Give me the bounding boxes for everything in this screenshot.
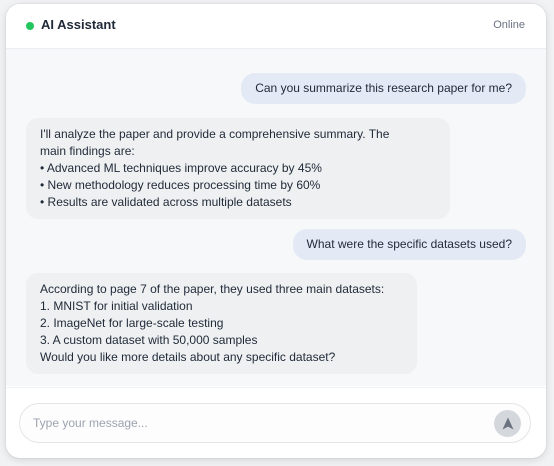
message-line: 2. ImageNet for large-scale testing xyxy=(40,316,224,330)
chat-title: AI Assistant xyxy=(41,17,116,32)
message-line: I'll analyze the paper and provide a com… xyxy=(40,127,390,141)
status-label: Online xyxy=(493,19,525,31)
assistant-message: According to page 7 of the paper, they u… xyxy=(26,273,417,374)
message-input[interactable] xyxy=(33,404,473,442)
message-line: • Results are validated across multiple … xyxy=(40,195,292,209)
user-message: Can you summarize this research paper fo… xyxy=(241,73,526,104)
message-line: According to page 7 of the paper, they u… xyxy=(40,282,385,296)
message-line: Can you summarize this research paper fo… xyxy=(255,81,512,95)
assistant-message: I'll analyze the paper and provide a com… xyxy=(26,118,450,219)
message-line: 1. MNIST for initial validation xyxy=(40,299,193,313)
message-line: • New methodology reduces processing tim… xyxy=(40,178,321,192)
online-status-dot xyxy=(26,22,34,30)
send-button[interactable] xyxy=(494,410,521,437)
message-line: main findings are: xyxy=(40,144,135,158)
user-message: What were the specific datasets used? xyxy=(292,229,526,260)
message-line: What were the specific datasets used? xyxy=(306,237,512,251)
message-input-container xyxy=(19,403,531,443)
message-line: • Advanced ML techniques improve accurac… xyxy=(40,161,322,175)
send-arrow-icon xyxy=(502,417,513,430)
chat-header: AI Assistant Online xyxy=(6,4,546,49)
message-line: Would you like more details about any sp… xyxy=(40,350,336,364)
message-composer xyxy=(6,387,546,458)
message-list[interactable]: Can you summarize this research paper fo… xyxy=(6,49,546,386)
message-line: 3. A custom dataset with 50,000 samples xyxy=(40,333,258,347)
chat-window: AI Assistant Online Can you summarize th… xyxy=(6,4,546,458)
